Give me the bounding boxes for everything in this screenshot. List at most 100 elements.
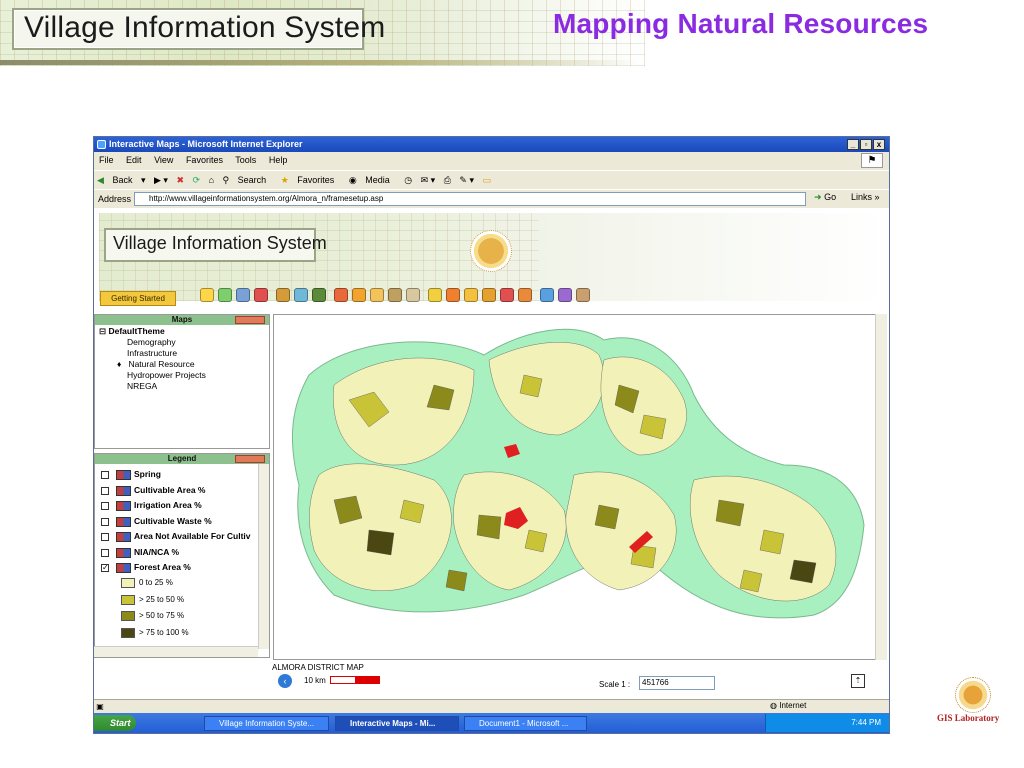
map-item-demography[interactable]: Demography: [127, 337, 176, 348]
map-item-nrega[interactable]: NREGA: [127, 381, 157, 392]
legend-layer-area-not-available[interactable]: Area Not Available For Cultiv: [101, 530, 251, 543]
print-icon[interactable]: ⎙: [444, 175, 451, 185]
select-poly-icon[interactable]: [370, 288, 384, 302]
legend-layer-spring[interactable]: Spring: [101, 468, 161, 481]
layer-checkbox-checked[interactable]: ✓: [101, 563, 109, 572]
layer-checkbox[interactable]: [101, 532, 109, 541]
legend-layer-cultivable-area[interactable]: Cultivable Area %: [101, 484, 206, 497]
draw-line-icon[interactable]: [446, 288, 460, 302]
draw-point-icon[interactable]: [428, 288, 442, 302]
class-swatch: [121, 627, 135, 638]
map-item-natural-resource[interactable]: ♦ Natural Resource: [117, 359, 195, 370]
legend-panel: Legend Spring Cultivable Area % Irrigati…: [94, 453, 270, 658]
clear-select-icon[interactable]: [406, 288, 420, 302]
task-village-info[interactable]: Village Information Syste...: [204, 716, 329, 731]
zoom-out-icon[interactable]: [218, 288, 232, 302]
history-icon[interactable]: ◷: [404, 175, 412, 185]
draw-poly-icon[interactable]: [482, 288, 496, 302]
select-rect-icon[interactable]: [352, 288, 366, 302]
legend-layer-irrigation-area[interactable]: Irrigation Area %: [101, 499, 202, 512]
scroll-up-icon[interactable]: ⇡: [851, 674, 865, 688]
theme-node[interactable]: ⊟ DefaultTheme: [99, 326, 165, 337]
forward-button[interactable]: ▶ ▾: [154, 175, 168, 185]
layer-checkbox[interactable]: [101, 470, 109, 479]
ie-icon: [97, 140, 106, 149]
menu-edit[interactable]: Edit: [126, 155, 142, 165]
star-icon: ★: [280, 175, 289, 185]
map-toolbar: [200, 288, 590, 308]
scale-label: Scale 1 :: [599, 680, 631, 689]
minimize-button[interactable]: _: [847, 139, 859, 150]
label-icon[interactable]: [558, 288, 572, 302]
menu-view[interactable]: View: [154, 155, 173, 165]
legend-horizontal-scrollbar[interactable]: [94, 646, 258, 657]
legend-vertical-scrollbar[interactable]: [258, 464, 269, 649]
maximize-button[interactable]: ▫: [860, 139, 872, 150]
query-icon[interactable]: [540, 288, 554, 302]
select-line-icon[interactable]: [388, 288, 402, 302]
stop-icon[interactable]: ✖: [176, 175, 184, 185]
back-button[interactable]: ◀ Back ▾: [97, 175, 145, 185]
task-document[interactable]: Document1 - Microsoft ...: [464, 716, 587, 731]
layer-checkbox[interactable]: [101, 517, 109, 526]
layer-checkbox[interactable]: [101, 548, 109, 557]
map-item-hydropower[interactable]: Hydropower Projects: [127, 370, 206, 381]
zoom-in-icon[interactable]: [200, 288, 214, 302]
layer-checkbox[interactable]: [101, 501, 109, 510]
legend-layer-forest-area[interactable]: ✓ Forest Area %: [101, 561, 191, 574]
selected-bullet-icon: ♦: [117, 359, 122, 369]
home-icon[interactable]: ⌂: [209, 175, 214, 185]
full-extent-icon[interactable]: [254, 288, 268, 302]
address-input[interactable]: http://www.villageinformationsystem.org/…: [134, 192, 806, 206]
close-button[interactable]: x: [873, 139, 885, 150]
layer-icon[interactable]: [312, 288, 326, 302]
legend-class-50-75: > 50 to 75 %: [121, 610, 184, 621]
refresh-icon[interactable]: ⟳: [193, 175, 201, 185]
identify-icon[interactable]: [276, 288, 290, 302]
menu-file[interactable]: File: [99, 155, 114, 165]
task-interactive-maps[interactable]: Interactive Maps - Mi...: [335, 716, 459, 731]
legend-class-25-50: > 25 to 50 %: [121, 594, 184, 605]
select-circle-icon[interactable]: [334, 288, 348, 302]
page-icon: ▣: [96, 702, 104, 711]
folder-icon[interactable]: ▭: [482, 175, 491, 185]
getting-started-button[interactable]: Getting Started: [100, 291, 176, 306]
edit-icon[interactable]: ✎ ▾: [459, 175, 474, 185]
search-button[interactable]: ⚲ Search: [223, 175, 273, 185]
scalebar-label: 10 km: [304, 676, 326, 685]
measure-icon[interactable]: [518, 288, 532, 302]
go-button[interactable]: ➜ Go: [814, 192, 836, 203]
legend-layer-nia-nca[interactable]: NIA/NCA %: [101, 546, 179, 559]
map-frame[interactable]: [273, 314, 876, 660]
system-tray: 7:44 PM: [765, 714, 889, 732]
favorites-button[interactable]: ★ Favorites: [281, 175, 341, 185]
layer-checkbox[interactable]: [101, 486, 109, 495]
print-map-icon[interactable]: [576, 288, 590, 302]
legend-panel-header: Legend: [95, 454, 269, 464]
scale-input[interactable]: 451766: [639, 676, 715, 690]
panel-window-buttons[interactable]: [235, 455, 265, 463]
media-button[interactable]: ◉ Media: [349, 175, 396, 185]
legend-layer-cultivable-waste[interactable]: Cultivable Waste %: [101, 515, 212, 528]
map-item-infrastructure[interactable]: Infrastructure: [127, 348, 177, 359]
links-button[interactable]: Links »: [851, 192, 880, 202]
map-vertical-scrollbar[interactable]: [875, 314, 887, 660]
draw-rect-icon[interactable]: [464, 288, 478, 302]
menu-favorites[interactable]: Favorites: [186, 155, 223, 165]
gis-lab-seal-icon: [955, 677, 991, 713]
menu-tools[interactable]: Tools: [235, 155, 256, 165]
window-titlebar: Interactive Maps - Microsoft Internet Ex…: [94, 137, 889, 152]
find-icon[interactable]: [294, 288, 308, 302]
windows-flag-icon: ⚑: [861, 153, 883, 168]
start-button[interactable]: Start: [94, 715, 136, 731]
menu-bar: File Edit View Favorites Tools Help: [94, 152, 889, 169]
class-swatch: [121, 577, 135, 588]
text-tool-icon[interactable]: [500, 288, 514, 302]
panel-window-buttons[interactable]: [235, 316, 265, 324]
menu-help[interactable]: Help: [269, 155, 288, 165]
mail-icon[interactable]: ✉ ▾: [421, 175, 436, 185]
district-map[interactable]: [274, 315, 875, 659]
go-arrow-icon: ➜: [814, 192, 822, 202]
zoom-back-icon[interactable]: ‹: [278, 674, 292, 688]
pan-icon[interactable]: [236, 288, 250, 302]
